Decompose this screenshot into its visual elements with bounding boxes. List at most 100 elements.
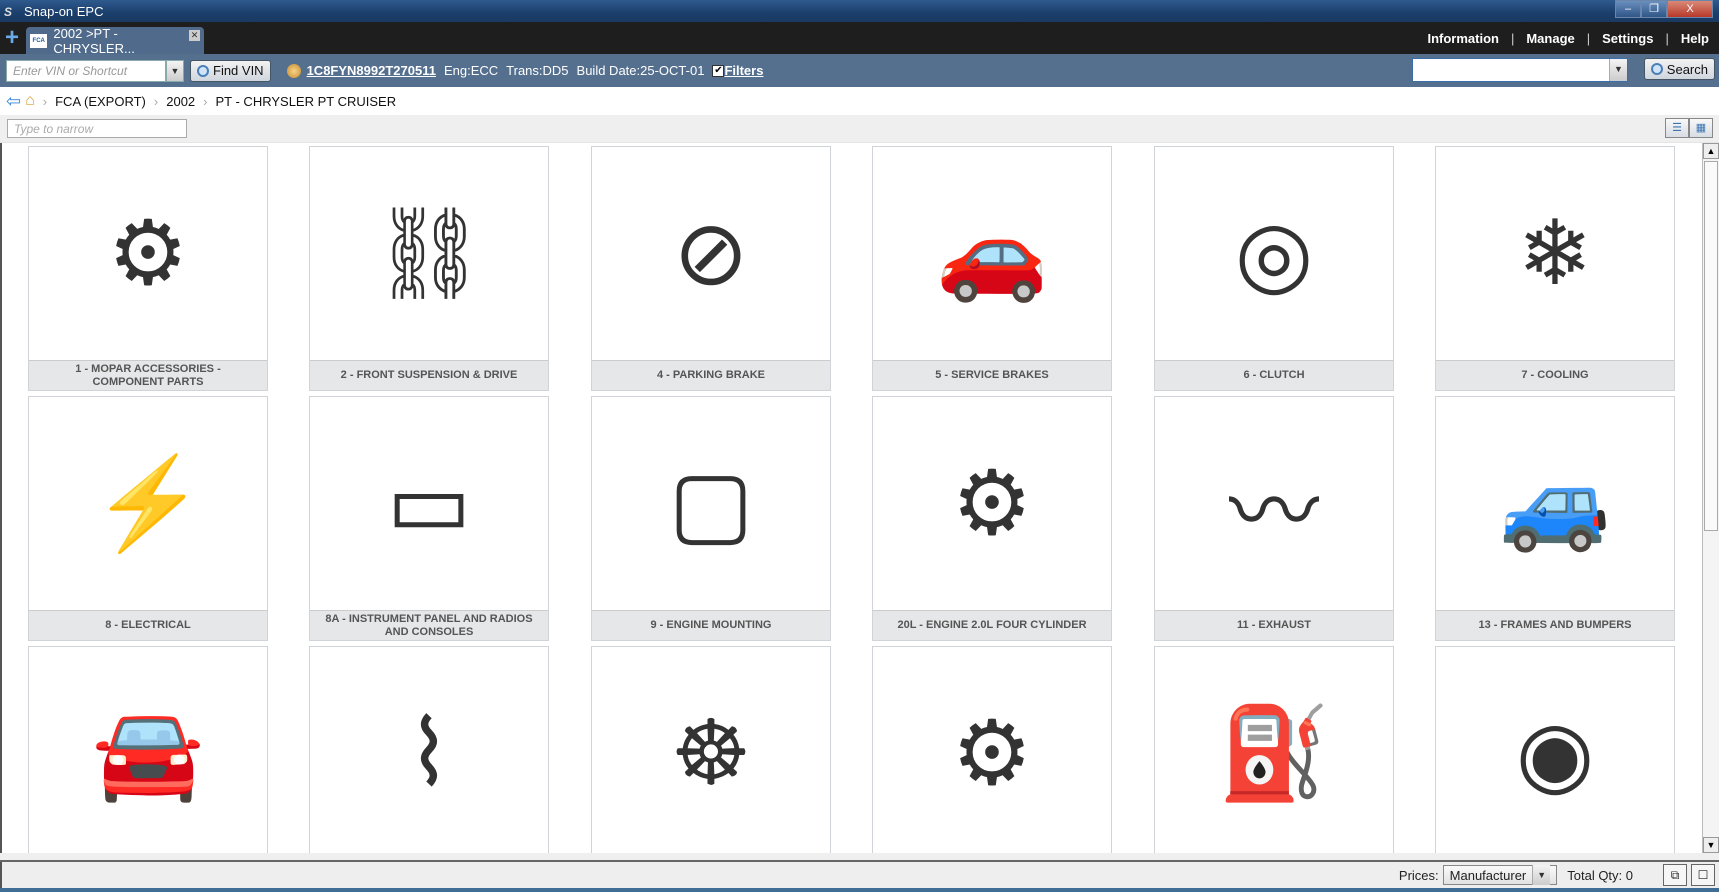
breadcrumb-make[interactable]: FCA (EXPORT) xyxy=(55,94,146,109)
minimize-button[interactable]: – xyxy=(1615,0,1641,18)
group-card[interactable]: ⚡ 8 - ELECTRICAL xyxy=(28,396,268,641)
wheels-diagram-icon: ◉ xyxy=(1515,704,1595,804)
group-label: 8 - ELECTRICAL xyxy=(29,610,267,640)
steering-diagram-icon: ☸ xyxy=(670,704,752,804)
transmission-diagram-icon: ⚙ xyxy=(951,704,1033,804)
search-dropdown-icon[interactable]: ▼ xyxy=(1609,59,1627,81)
group-label: 9 - ENGINE MOUNTING xyxy=(592,610,830,640)
group-card[interactable]: ❄ 7 - COOLING xyxy=(1435,146,1675,391)
group-card[interactable]: ⚙ 20L - ENGINE 2.0L FOUR CYLINDER xyxy=(872,396,1112,641)
search-input[interactable]: ▼ xyxy=(1412,58,1628,82)
back-arrow-icon[interactable]: ⇦ xyxy=(6,91,21,112)
find-vin-label: Find VIN xyxy=(213,63,264,78)
group-card[interactable]: ⛓ 2 - FRONT SUSPENSION & DRIVE xyxy=(309,146,549,391)
menu-settings[interactable]: Settings xyxy=(1602,31,1653,46)
search-label: Search xyxy=(1666,61,1708,77)
group-card[interactable]: ⚙ xyxy=(872,646,1112,853)
search-icon xyxy=(197,64,209,77)
group-label: 11 - EXHAUST xyxy=(1155,610,1393,640)
vin-link[interactable]: 1C8FYN8992T270511 xyxy=(307,63,436,78)
group-card[interactable]: 🚘 xyxy=(28,646,268,853)
breadcrumb-year[interactable]: 2002 xyxy=(166,94,195,109)
group-grid: ⚙ 1 - MOPAR ACCESSORIES - COMPONENT PARTS… xyxy=(0,143,1702,853)
vertical-scrollbar[interactable]: ▲ ▼ xyxy=(1702,143,1719,853)
vin-dropdown-icon[interactable]: ▼ xyxy=(166,59,184,82)
vin-input[interactable]: Enter VIN or Shortcut xyxy=(6,59,166,82)
clutch-diagram-icon: ◎ xyxy=(1234,204,1314,304)
detach-window-icon[interactable]: ⧉ xyxy=(1663,864,1687,886)
grid-view-icon[interactable]: ▦ xyxy=(1689,118,1713,138)
tab-vehicle[interactable]: FCA 2002 >PT - CHRYSLER... ✕ xyxy=(26,25,204,56)
menu-help[interactable]: Help xyxy=(1681,31,1709,46)
find-vin-button[interactable]: Find VIN xyxy=(190,59,271,82)
accessories-diagram-icon: ⚙ xyxy=(107,204,189,304)
menu-information[interactable]: Information xyxy=(1427,31,1499,46)
group-label: 13 - FRAMES AND BUMPERS xyxy=(1436,610,1674,640)
group-label: 7 - COOLING xyxy=(1436,360,1674,390)
build-date: Build Date:25-OCT-01 xyxy=(576,63,705,78)
group-card[interactable]: 🚙 13 - FRAMES AND BUMPERS xyxy=(1435,396,1675,641)
group-card[interactable]: ◉ xyxy=(1435,646,1675,853)
prices-label: Prices: xyxy=(1398,867,1439,883)
engine-diagram-icon: ⚙ xyxy=(951,454,1033,554)
window-title: Snap-on EPC xyxy=(24,3,104,19)
search-button[interactable]: Search xyxy=(1643,58,1715,80)
prices-select[interactable]: Manufacturer ▼ xyxy=(1442,865,1558,885)
home-icon[interactable]: ⌂ xyxy=(25,92,35,110)
group-card[interactable]: ▭ 8A - INSTRUMENT PANEL AND RADIOS AND CO… xyxy=(309,396,549,641)
taskbar-edge xyxy=(0,888,1719,892)
snapon-logo-icon: S xyxy=(4,5,13,19)
globe-icon xyxy=(286,63,301,78)
pane-splitter[interactable] xyxy=(0,853,1719,862)
group-card[interactable]: ⊘ 4 - PARKING BRAKE xyxy=(591,146,831,391)
fca-logo-icon: FCA xyxy=(30,33,48,48)
exhaust-diagram-icon: 〰 xyxy=(1229,462,1319,563)
suspension-diagram-icon: ⛓ xyxy=(371,204,487,304)
group-card[interactable]: ▢ 9 - ENGINE MOUNTING xyxy=(591,396,831,641)
restore-button[interactable]: ❐ xyxy=(1641,0,1667,18)
group-card[interactable]: 🚗 5 - SERVICE BRAKES xyxy=(872,146,1112,391)
trans-code: Trans:DD5 xyxy=(506,63,569,78)
group-label: 6 - CLUTCH xyxy=(1155,360,1393,390)
scroll-up-icon[interactable]: ▲ xyxy=(1703,143,1719,159)
rear-suspension-diagram-icon: ⌇ xyxy=(407,704,451,804)
group-label: 2 - FRONT SUSPENSION & DRIVE xyxy=(310,360,548,390)
filter-bar: Type to narrow ☰ ▦ xyxy=(0,115,1719,143)
body-diagram-icon: 🚘 xyxy=(91,704,205,804)
group-card[interactable]: ◎ 6 - CLUTCH xyxy=(1154,146,1394,391)
filters-link[interactable]: Filters xyxy=(724,63,763,78)
vehicle-info: 1C8FYN8992T270511 Eng:ECC Trans:DD5 Buil… xyxy=(279,63,763,78)
fuel-diagram-icon: ⛽ xyxy=(1217,704,1331,804)
group-card[interactable]: ⌇ xyxy=(309,646,549,853)
group-label: 1 - MOPAR ACCESSORIES - COMPONENT PARTS xyxy=(29,360,267,390)
tab-label: 2002 >PT - CHRYSLER... xyxy=(53,25,135,56)
title-bar: S Snap-on EPC – ❐ X xyxy=(0,0,1719,22)
instrument-panel-diagram-icon: ▭ xyxy=(386,454,472,554)
breadcrumb: ⇦ ⌂ › FCA (EXPORT) › 2002 › PT - CHRYSLER P… xyxy=(0,87,1719,115)
scroll-thumb[interactable] xyxy=(1704,161,1718,531)
menu-manage[interactable]: Manage xyxy=(1526,31,1574,46)
group-label: 8A - INSTRUMENT PANEL AND RADIOS AND CON… xyxy=(310,610,548,640)
group-card[interactable]: 〰 11 - EXHAUST xyxy=(1154,396,1394,641)
top-menu: Information | Manage | Settings | Help xyxy=(1427,30,1709,46)
engine-code: Eng:ECC xyxy=(443,63,499,78)
search-field[interactable] xyxy=(1413,59,1609,81)
status-bar: Prices: Manufacturer ▼ Total Qty: 0 ⧉ ☐ xyxy=(0,862,1719,888)
list-view-icon[interactable]: ☰ xyxy=(1665,118,1689,138)
breadcrumb-model: PT - CHRYSLER PT CRUISER xyxy=(215,93,397,109)
filters-checkbox[interactable]: ✔ xyxy=(712,64,725,77)
group-card[interactable]: ⚙ 1 - MOPAR ACCESSORIES - COMPONENT PARTS xyxy=(28,146,268,391)
maximize-pane-icon[interactable]: ☐ xyxy=(1691,864,1715,886)
search-icon xyxy=(1650,63,1663,75)
new-tab-button[interactable]: + xyxy=(0,23,24,53)
total-qty: Total Qty: 0 xyxy=(1567,867,1633,883)
group-card[interactable]: ⛽ xyxy=(1154,646,1394,853)
group-card[interactable]: ☸ xyxy=(591,646,831,853)
frames-diagram-icon: 🚙 xyxy=(1498,454,1612,554)
close-tab-icon[interactable]: ✕ xyxy=(189,30,200,41)
close-button[interactable]: X xyxy=(1667,0,1713,18)
engine-mounting-diagram-icon: ▢ xyxy=(668,454,754,554)
scroll-down-icon[interactable]: ▼ xyxy=(1703,837,1719,853)
narrow-input[interactable]: Type to narrow xyxy=(7,119,187,138)
group-label: 5 - SERVICE BRAKES xyxy=(873,360,1111,390)
